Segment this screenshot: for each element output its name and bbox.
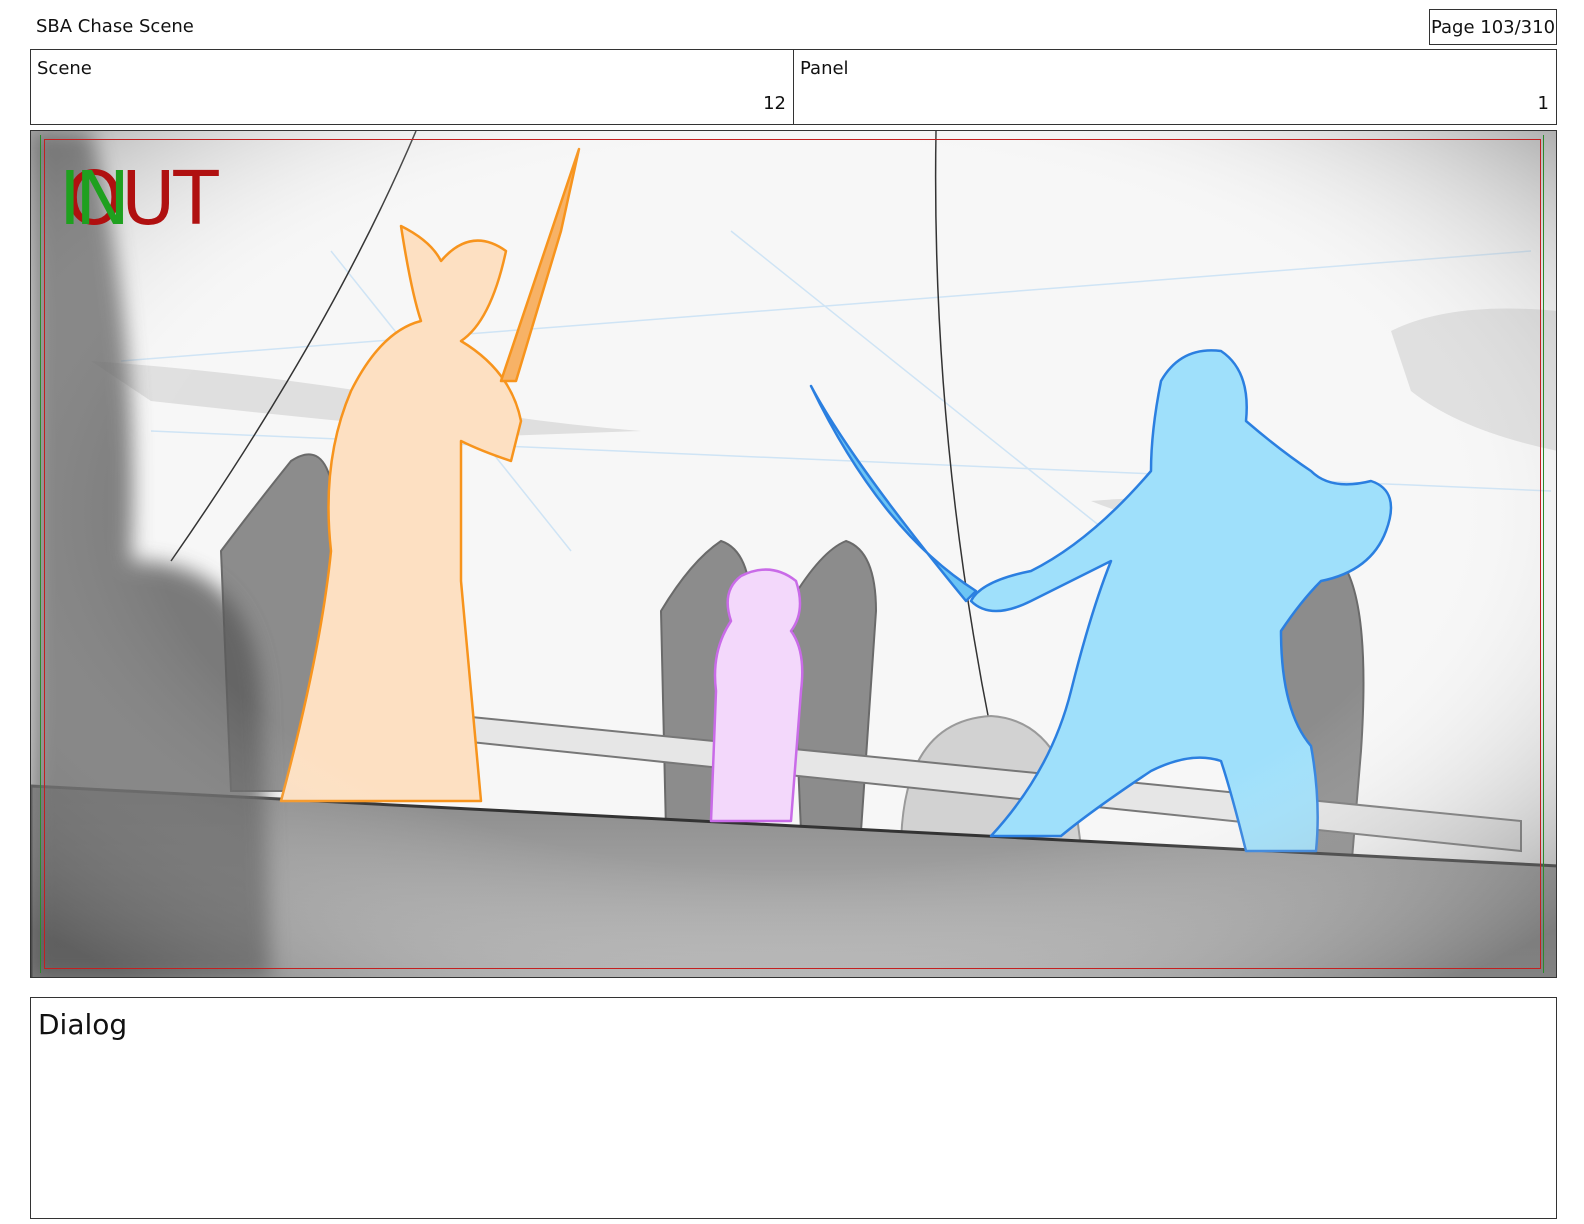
panel-artwork bbox=[31, 131, 1556, 977]
scene-cell[interactable]: Scene 12 bbox=[31, 50, 793, 124]
dialog-label: Dialog bbox=[38, 1008, 128, 1041]
page-indicator: Page 103/310 bbox=[1429, 9, 1557, 45]
scene-value: 12 bbox=[763, 93, 786, 114]
panel-cell[interactable]: Panel 1 bbox=[793, 50, 1556, 124]
scene-panel-info: Scene 12 Panel 1 bbox=[30, 49, 1557, 125]
scene-label: Scene bbox=[37, 58, 92, 79]
vignette bbox=[31, 131, 1556, 977]
storyboard-panel-image[interactable]: OUT IN bbox=[30, 130, 1557, 978]
in-marker: IN bbox=[59, 156, 130, 242]
panel-value: 1 bbox=[1537, 93, 1549, 114]
in-out-marker: OUT IN bbox=[59, 159, 259, 239]
document-title: SBA Chase Scene bbox=[36, 16, 194, 37]
dialog-box[interactable]: Dialog bbox=[30, 997, 1557, 1219]
panel-label: Panel bbox=[800, 58, 849, 79]
